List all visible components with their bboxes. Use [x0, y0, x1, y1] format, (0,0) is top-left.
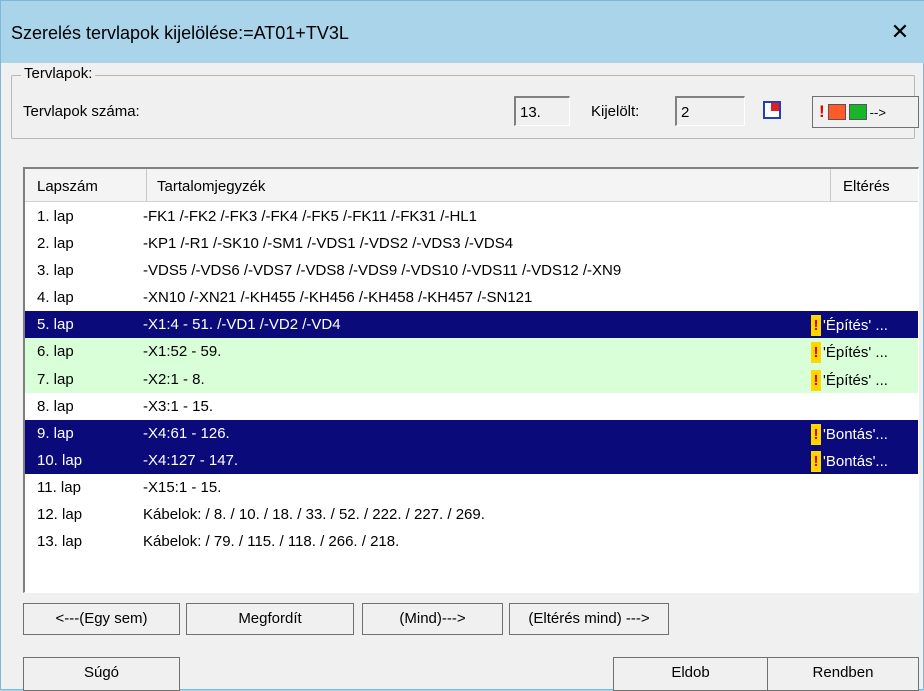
row-difference: ! 'Építés' ... — [811, 369, 918, 391]
arrow-label: --> — [869, 104, 886, 120]
selected-count-label: Kijelölt: — [591, 103, 640, 120]
row-page-number: 3. lap — [37, 262, 74, 280]
row-page-number: 1. lap — [37, 208, 74, 225]
row-contents: -XN10 /-XN21 /-KH455 /-KH456 /-KH458 /-K… — [143, 289, 533, 307]
row-difference: ! 'Építés' ... — [811, 342, 918, 364]
warning-icon: ! — [811, 342, 821, 364]
list-rows: 1. lap -FK1 /-FK2 /-FK3 /-FK4 /-FK5 /-FK1… — [25, 203, 918, 555]
row-difference: ! 'Építés' ... — [811, 315, 918, 337]
warning-icon: ! — [811, 450, 821, 472]
warning-icon: ! — [811, 423, 821, 445]
selected-count-field: 2 — [675, 96, 745, 126]
warning-icon: ! — [819, 102, 825, 121]
ok-button[interactable]: Rendben — [767, 657, 919, 691]
difference-text: 'Építés' ... — [823, 344, 888, 362]
row-contents: -KP1 /-R1 /-SK10 /-SM1 /-VDS1 /-VDS2 /-V… — [143, 235, 514, 253]
row-contents: -X1:52 - 59. — [143, 343, 222, 361]
list-row[interactable]: 1. lap -FK1 /-FK2 /-FK3 /-FK4 /-FK5 /-FK1… — [25, 203, 918, 230]
row-contents: -X15:1 - 15. — [143, 478, 222, 496]
row-contents: Kábelok: / 79. / 115. / 118. / 266. / 21… — [143, 533, 400, 551]
row-page-number: 11. lap — [37, 478, 81, 496]
row-page-number: 5. lap — [37, 316, 74, 334]
list-row[interactable]: 7. lap -X2:1 - 8.! 'Építés' ... — [25, 365, 918, 393]
difference-text: 'Építés' ... — [823, 371, 888, 389]
row-page-number: 8. lap — [37, 397, 74, 415]
window-title: Szerelés tervlapok kijelölése:=AT01+TV3L — [11, 23, 349, 43]
list-row[interactable]: 5. lap -X1:4 - 51. /-VD1 /-VD2 /-VD4! 'Épí… — [25, 311, 918, 339]
green-square-icon — [848, 104, 867, 120]
list-row[interactable]: 4. lap -XN10 /-XN21 /-KH455 /-KH456 /-KH4… — [25, 284, 918, 311]
difference-text: 'Építés' ... — [823, 317, 888, 335]
row-page-number: 10. lap — [37, 451, 83, 469]
row-contents: -X4:61 - 126. — [143, 424, 230, 442]
row-page-number: 13. lap — [37, 533, 83, 551]
group-label: Tervlapok: — [21, 65, 96, 82]
list-row[interactable]: 3. lap -VDS5 /-VDS6 /-VDS7 /-VDS8 /-VDS9 … — [25, 257, 918, 284]
warning-icon: ! — [811, 369, 821, 391]
row-page-number: 7. lap — [37, 370, 74, 388]
row-contents: -X3:1 - 15. — [143, 397, 214, 415]
select-differences-button[interactable]: ! --> — [812, 96, 919, 128]
column-header-page[interactable]: Lapszám — [25, 169, 147, 201]
close-icon[interactable]: ✕ — [887, 19, 913, 45]
list-row[interactable]: 9. lap -X4:61 - 126.! 'Bontás'... — [25, 419, 918, 447]
discard-button[interactable]: Eldob — [613, 657, 768, 691]
row-page-number: 9. lap — [37, 424, 74, 442]
row-difference: ! 'Bontás'... — [811, 450, 918, 472]
select-all-differences-button[interactable]: (Eltérés mind) ---> — [509, 603, 669, 635]
list-row[interactable]: 11. lap -X15:1 - 15. — [25, 474, 918, 501]
dialog-window: Szerelés tervlapok kijelölése:=AT01+TV3L… — [0, 0, 924, 691]
list-row[interactable]: 6. lap -X1:52 - 59.! 'Építés' ... — [25, 338, 918, 366]
select-none-button[interactable]: <---(Egy sem) — [23, 603, 180, 635]
row-page-number: 12. lap — [37, 506, 83, 524]
page-count-field: 13. — [514, 96, 570, 126]
row-page-number: 4. lap — [37, 289, 74, 307]
list-row[interactable]: 13. lap Kábelok: / 79. / 115. / 118. / 26… — [25, 528, 918, 555]
select-all-button[interactable]: (Mind)---> — [362, 603, 503, 635]
page-count-label: Tervlapok száma: — [23, 103, 140, 120]
row-contents: Kábelok: / 8. / 10. / 18. / 33. / 52. / … — [143, 506, 485, 524]
row-contents: -VDS5 /-VDS6 /-VDS7 /-VDS8 /-VDS9 /-VDS1… — [143, 262, 622, 280]
list-row[interactable]: 2. lap -KP1 /-R1 /-SK10 /-SM1 /-VDS1 /-VD… — [25, 230, 918, 257]
red-square-icon — [827, 104, 846, 120]
column-header-difference[interactable]: Eltérés — [831, 169, 918, 201]
list-row[interactable]: 8. lap -X3:1 - 15. — [25, 393, 918, 420]
list-row[interactable]: 10. lap -X4:127 - 147.! 'Bontás'... — [25, 446, 918, 474]
page-marker-icon[interactable] — [763, 101, 781, 119]
warning-icon: ! — [811, 315, 821, 337]
row-contents: -FK1 /-FK2 /-FK3 /-FK4 /-FK5 /-FK11 /-FK… — [143, 208, 477, 225]
list-header: Lapszám Tartalomjegyzék Eltérés — [25, 169, 918, 202]
invert-selection-button[interactable]: Megfordít — [186, 603, 354, 635]
row-contents: -X1:4 - 51. /-VD1 /-VD2 /-VD4 — [143, 316, 341, 334]
row-contents: -X4:127 - 147. — [143, 451, 239, 469]
row-page-number: 6. lap — [37, 343, 74, 361]
column-header-contents[interactable]: Tartalomjegyzék — [147, 169, 831, 201]
list-row[interactable]: 12. lap Kábelok: / 8. / 10. / 18. / 33. /… — [25, 501, 918, 528]
row-difference: ! 'Bontás'... — [811, 423, 918, 445]
difference-text: 'Bontás'... — [823, 425, 888, 443]
title-bar: Szerelés tervlapok kijelölése:=AT01+TV3L… — [1, 1, 924, 63]
pages-list[interactable]: Lapszám Tartalomjegyzék Eltérés 1. lap -F… — [23, 167, 919, 593]
difference-text: 'Bontás'... — [823, 452, 888, 470]
row-page-number: 2. lap — [37, 235, 74, 253]
help-button[interactable]: Súgó — [23, 657, 180, 691]
row-contents: -X2:1 - 8. — [143, 370, 205, 388]
